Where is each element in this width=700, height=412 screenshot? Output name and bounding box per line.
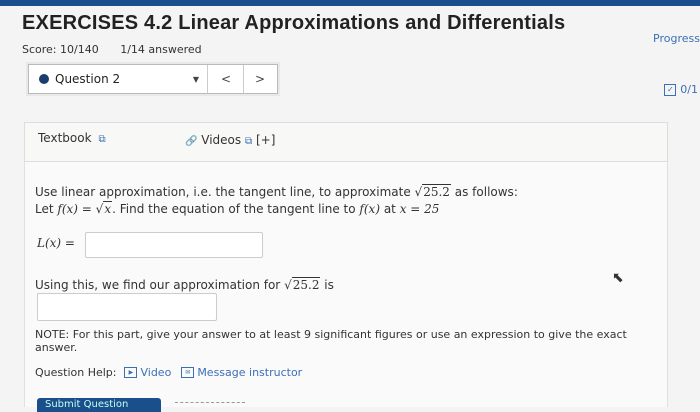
problem-text: Use linear approximation, i.e. the tange… bbox=[35, 184, 655, 218]
question-nav: Question 2 ▼ < > bbox=[28, 64, 278, 94]
external-link-icon: ⧉ bbox=[95, 134, 106, 145]
question-help: Question Help: ▶ Video ✉ Message instruc… bbox=[35, 366, 312, 379]
approx-radicand: 25.2 bbox=[291, 277, 321, 292]
approx-suffix: is bbox=[324, 278, 334, 292]
sqrt-x-radicand: x bbox=[103, 201, 113, 216]
videos-link[interactable]: 🔗 Videos ⧉ [+] bbox=[185, 133, 275, 147]
sqrt-expression: √25.2 bbox=[414, 184, 451, 199]
paperclip-icon: 🔗 bbox=[185, 136, 198, 147]
problem-line1-prefix: Use linear approximation, i.e. the tange… bbox=[35, 185, 411, 199]
score-text: Score: 10/140 bbox=[22, 43, 99, 56]
checkbox-icon: ✓ bbox=[664, 83, 677, 96]
question-select[interactable]: Question 2 ▼ bbox=[29, 65, 208, 93]
question-help-label: Question Help: bbox=[35, 366, 117, 379]
score-line: Score: 10/140 1/14 answered bbox=[22, 43, 565, 56]
message-instructor-button[interactable]: ✉ Message instructor bbox=[181, 366, 302, 379]
video-icon: ▶ bbox=[124, 367, 138, 378]
linearization-label: L(x) = bbox=[37, 236, 75, 250]
approx-prefix: Using this, we find our approximation fo… bbox=[35, 278, 281, 292]
progress-link[interactable]: Progress bbox=[653, 32, 700, 45]
question-select-label: Question 2 bbox=[55, 72, 121, 86]
page-header: EXERCISES 4.2 Linear Approximations and … bbox=[22, 12, 565, 56]
point-value: x = 25 bbox=[399, 202, 440, 216]
function-def: f(x) = bbox=[57, 202, 96, 216]
videos-label: Videos bbox=[201, 133, 242, 147]
approximation-input[interactable] bbox=[37, 293, 217, 321]
top-stripe bbox=[0, 0, 700, 6]
page-title: EXERCISES 4.2 Linear Approximations and … bbox=[22, 12, 566, 34]
linearization-input[interactable] bbox=[85, 232, 263, 258]
textbook-label: Textbook bbox=[38, 131, 92, 145]
videos-expand[interactable]: [+] bbox=[256, 133, 275, 147]
help-video-button[interactable]: ▶ Video bbox=[124, 366, 171, 379]
message-instructor-label: Message instructor bbox=[197, 366, 303, 379]
textbook-link[interactable]: Textbook ⧉ bbox=[38, 131, 106, 145]
sqrt-x: √x bbox=[95, 201, 113, 216]
approx-text: Using this, we find our approximation fo… bbox=[35, 277, 334, 292]
next-question-button[interactable]: > bbox=[243, 65, 277, 93]
problem-line2-at: at bbox=[383, 202, 396, 216]
problem-line2-prefix: Let bbox=[35, 202, 54, 216]
faded-divider bbox=[175, 402, 245, 407]
chevron-down-icon: ▼ bbox=[192, 75, 199, 84]
help-video-label: Video bbox=[140, 366, 172, 379]
approx-sqrt: √25.2 bbox=[284, 277, 321, 292]
prev-question-button[interactable]: < bbox=[209, 65, 244, 93]
resources-bar: Textbook ⧉ 🔗 Videos ⧉ [+] bbox=[24, 122, 668, 162]
problem-line2-mid: . Find the equation of the tangent line … bbox=[112, 202, 356, 216]
radicand: 25.2 bbox=[422, 184, 451, 199]
submit-question-button[interactable]: Submit Question bbox=[37, 398, 161, 412]
question-status-dot-icon bbox=[39, 74, 49, 84]
question-score-value: 0/1 bbox=[680, 83, 698, 96]
note-text: NOTE: For this part, give your answer to… bbox=[35, 328, 627, 354]
question-score: ✓ 0/1 bbox=[664, 83, 698, 96]
external-link-icon: ⧉ bbox=[244, 136, 253, 147]
question-body: Use linear approximation, i.e. the tange… bbox=[24, 162, 668, 412]
answered-text: 1/14 answered bbox=[120, 43, 202, 56]
envelope-icon: ✉ bbox=[181, 367, 195, 378]
function-ref: f(x) bbox=[359, 202, 380, 216]
problem-line1-suffix: as follows: bbox=[454, 185, 518, 199]
mouse-cursor-icon: ⬉ bbox=[612, 270, 624, 286]
